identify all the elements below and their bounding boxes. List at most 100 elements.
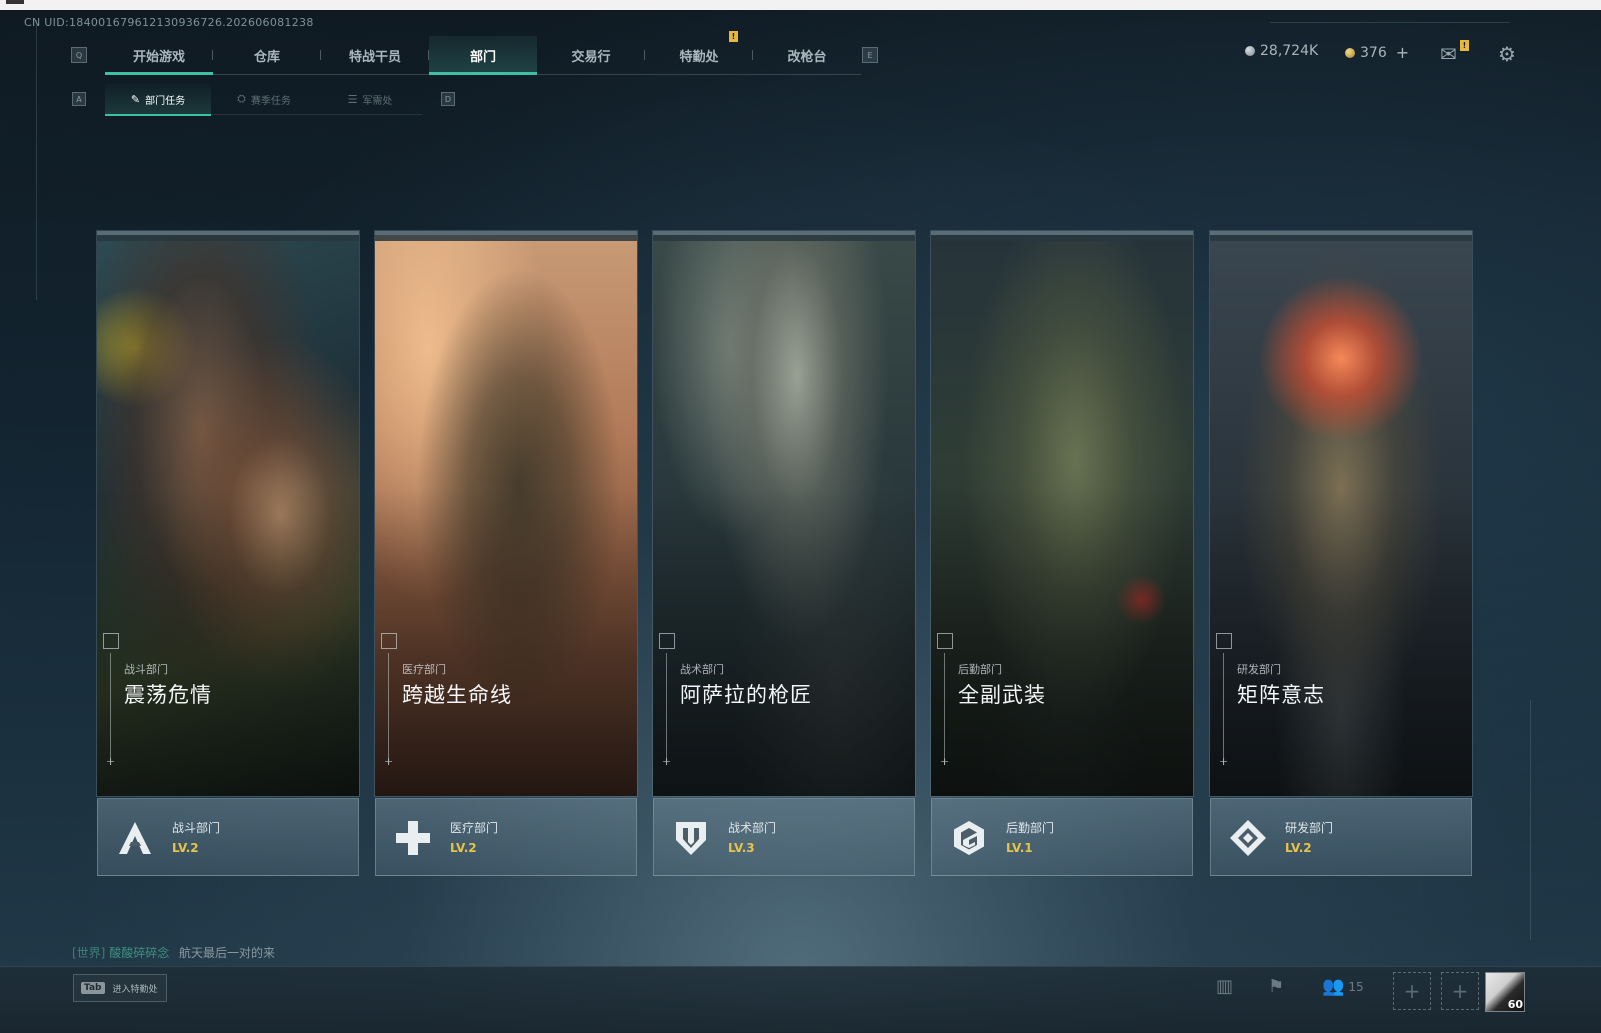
gold-currency[interactable]: 376 + (1345, 43, 1409, 62)
card-vline (944, 653, 945, 765)
department-card-logistics[interactable]: + 后勤部门 全副武装 (931, 231, 1193, 796)
dept-info-research[interactable]: 研发部门 LV.2 (1210, 798, 1472, 876)
sub-tab-bar: ✎ 部门任务 ⛭ 赛季任务 ☰ 军需处 (105, 84, 423, 116)
card-shade (931, 235, 1193, 796)
research-diamond-icon (1221, 811, 1275, 865)
card-vline (666, 653, 667, 765)
card-dept-label: 医疗部门 (402, 663, 446, 676)
card-top-bar (1210, 235, 1472, 241)
dept-name: 医疗部门 (450, 821, 499, 835)
main-tab-bar: 开始游戏 仓库 特战干员 部门 交易行 特勤处 改枪台 (105, 36, 861, 75)
dept-info-logistics[interactable]: 后勤部门 LV.1 (931, 798, 1193, 876)
dept-info-tactical[interactable]: 战术部门 LV.3 (653, 798, 915, 876)
card-shade (1210, 235, 1472, 796)
silver-amount: 28,724K (1260, 43, 1319, 59)
dept-name: 战斗部门 (172, 821, 221, 835)
logistics-hex-icon (942, 811, 996, 865)
card-title: 震荡危情 (124, 683, 212, 707)
gold-amount: 376 (1360, 44, 1387, 61)
task-icon: ✎ (130, 92, 141, 106)
stats-chart-icon[interactable]: ▥ (1216, 976, 1233, 997)
subtab-quartermaster[interactable]: ☰ 军需处 (317, 84, 423, 115)
chat-channel: [世界] (72, 946, 106, 960)
subtab-label: 军需处 (362, 95, 393, 107)
world-chat-line[interactable]: [世界] 酸酸碎碎念 航天最后一对的来 (72, 944, 275, 961)
friends-glyph: 👥 (1322, 976, 1345, 997)
dept-name: 后勤部门 (1006, 821, 1055, 835)
tab-operators[interactable]: 特战干员 (321, 36, 429, 74)
card-vline (388, 653, 389, 765)
card-corner-mark (103, 633, 119, 649)
season-icon: ⛭ (237, 92, 246, 105)
tab-label: 交易行 (571, 49, 611, 65)
key-hint-prev-subtab[interactable]: A (72, 92, 86, 106)
tab-label: 特勤处 (679, 49, 719, 65)
subtab-department-tasks[interactable]: ✎ 部门任务 (105, 84, 211, 116)
special-ops-alert-badge: ! (729, 31, 738, 42)
chat-sender[interactable]: 酸酸碎碎念 (109, 946, 169, 960)
silver-currency[interactable]: 28,724K (1245, 43, 1318, 59)
key-hint-next-tab[interactable]: E (862, 47, 878, 63)
mail-icon[interactable]: ✉ (1440, 42, 1457, 66)
tab-gunsmith[interactable]: 改枪台 (753, 36, 861, 74)
tab-underline (429, 72, 537, 75)
tab-underline (105, 72, 213, 75)
dept-name: 战术部门 (728, 821, 777, 835)
dept-level: LV.2 (450, 841, 477, 855)
tab-warehouse[interactable]: 仓库 (213, 36, 321, 74)
card-vline (110, 653, 111, 765)
card-title: 跨越生命线 (402, 683, 512, 707)
dept-level: LV.2 (1285, 841, 1312, 855)
chat-message: 航天最后一对的来 (179, 946, 276, 960)
card-vline (1223, 653, 1224, 765)
hud-line-left (36, 20, 37, 300)
friends-icon[interactable]: 👥 15 (1322, 976, 1364, 997)
card-top-bar (653, 235, 915, 241)
key-hint-next-subtab[interactable]: D (441, 92, 455, 106)
medical-cross-icon (386, 811, 440, 865)
dept-name: 研发部门 (1285, 821, 1334, 835)
tab-label: 部门 (469, 49, 496, 65)
department-card-combat[interactable]: + 战斗部门 震荡危情 (97, 231, 359, 796)
add-currency-button[interactable]: + (1396, 43, 1409, 62)
tab-start-game[interactable]: 开始游戏 (105, 36, 213, 75)
card-plus-mark: + (106, 755, 116, 768)
enter-special-ops-label: 进入特勤处 (112, 984, 158, 995)
card-top-bar (931, 235, 1193, 241)
flag-icon[interactable]: ⚑ (1268, 976, 1284, 997)
subtab-label: 赛季任务 (250, 95, 291, 107)
department-card-tactical[interactable]: + 战术部门 阿萨拉的枪匠 (653, 231, 915, 796)
player-avatar[interactable]: 60 (1485, 972, 1525, 1012)
gold-coin-icon (1345, 47, 1355, 58)
tab-key-hint: Tab (81, 982, 105, 994)
hud-line-topright (1270, 22, 1510, 23)
department-card-medical[interactable]: + 医疗部门 跨越生命线 (375, 231, 637, 796)
settings-gear-icon[interactable]: ⚙ (1498, 42, 1516, 66)
card-dept-label: 战术部门 (680, 663, 724, 676)
card-plus-mark: + (1219, 755, 1229, 768)
card-top-bar (375, 235, 637, 241)
dept-info-medical[interactable]: 医疗部门 LV.2 (375, 798, 637, 876)
enter-special-ops-button[interactable]: Tab 进入特勤处 (73, 974, 167, 1002)
dept-level: LV.2 (172, 841, 199, 855)
squad-slot-2[interactable]: + (1441, 972, 1479, 1010)
card-dept-label: 战斗部门 (124, 663, 168, 676)
quartermaster-icon: ☰ (347, 92, 358, 106)
card-title: 阿萨拉的枪匠 (680, 683, 812, 707)
squad-slot-1[interactable]: + (1393, 972, 1431, 1010)
dept-info-combat[interactable]: 战斗部门 LV.2 (97, 798, 359, 876)
card-dept-label: 研发部门 (1237, 663, 1281, 676)
key-hint-prev-tab[interactable]: Q (71, 47, 87, 63)
card-shade (653, 235, 915, 796)
card-corner-mark (659, 633, 675, 649)
tab-department[interactable]: 部门 (429, 36, 537, 75)
card-top-bar (97, 235, 359, 241)
card-dept-label: 后勤部门 (958, 663, 1002, 676)
card-corner-mark (381, 633, 397, 649)
subtab-season-tasks[interactable]: ⛭ 赛季任务 (211, 84, 317, 115)
department-card-research[interactable]: + 研发部门 矩阵意志 (1210, 231, 1472, 796)
silver-coin-icon (1245, 46, 1255, 56)
mail-alert-badge: ! (1460, 40, 1469, 51)
card-corner-mark (1216, 633, 1232, 649)
tab-trading[interactable]: 交易行 (537, 36, 645, 74)
